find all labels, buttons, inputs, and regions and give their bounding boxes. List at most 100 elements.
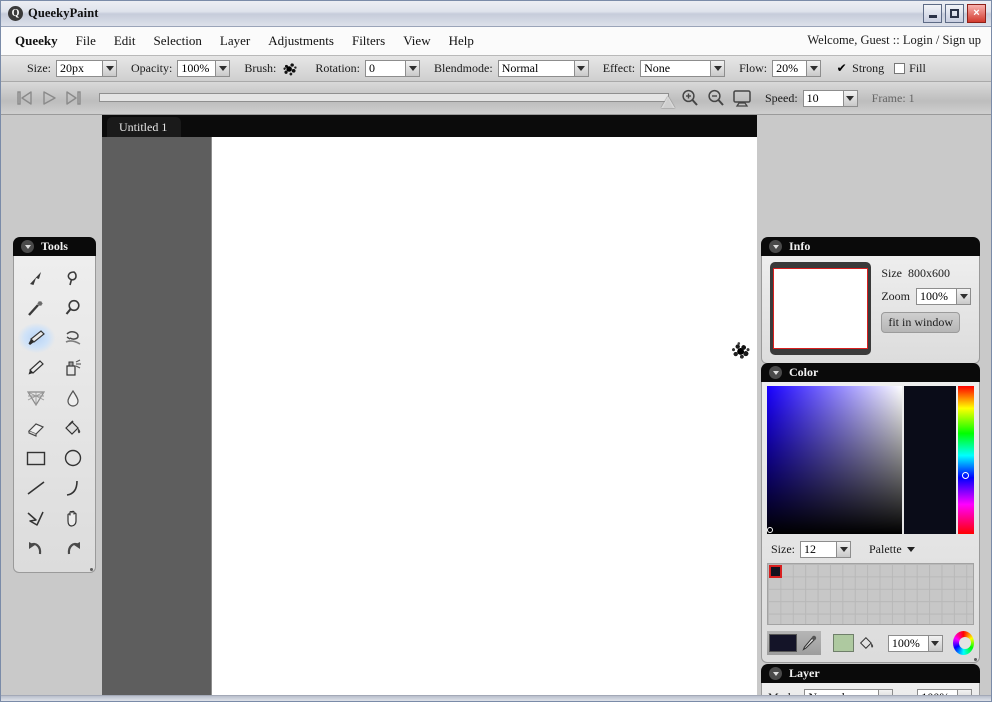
curve-tool[interactable] — [55, 473, 92, 503]
rotation-dropdown-arrow[interactable] — [405, 60, 421, 77]
move-tool[interactable] — [18, 263, 55, 293]
fit-screen-button[interactable] — [729, 85, 755, 111]
signup-link[interactable]: Sign up — [942, 33, 981, 48]
palette-size-input[interactable]: 12 — [800, 541, 836, 558]
speed-combo[interactable]: 10 — [802, 89, 858, 107]
fit-in-window-button[interactable]: fit in window — [881, 312, 960, 333]
color-panel-header[interactable]: Color — [761, 363, 980, 382]
chevron-down-icon[interactable] — [769, 366, 782, 379]
color-opacity-dropdown-arrow[interactable] — [927, 634, 943, 652]
flow-input[interactable]: 20% — [772, 60, 807, 77]
menu-item-help[interactable]: Help — [449, 31, 474, 51]
strong-checkbox[interactable]: ✔ Strong — [835, 61, 885, 76]
eraser-tool[interactable] — [18, 413, 55, 443]
fill-checkbox[interactable]: Fill — [894, 61, 926, 76]
blendmode-combo[interactable]: Normal — [497, 60, 589, 77]
color-opacity-value[interactable]: 100% — [887, 634, 928, 652]
info-panel-header[interactable]: Info — [761, 237, 980, 256]
menu-item-layer[interactable]: Layer — [220, 31, 250, 51]
undo-tool[interactable] — [18, 533, 55, 563]
color-opacity-combo[interactable]: 100% — [887, 634, 943, 652]
opacity-input[interactable]: 100% — [177, 60, 216, 77]
timeline-thumb[interactable] — [661, 96, 675, 108]
size-dropdown-arrow[interactable] — [102, 60, 117, 77]
palette-menu[interactable]: Palette — [869, 542, 915, 557]
background-color-swatch[interactable] — [833, 634, 855, 652]
menu-item-edit[interactable]: Edit — [114, 31, 136, 51]
zoom-tool[interactable] — [55, 293, 92, 323]
brush-splatter-icon[interactable] — [281, 59, 300, 78]
opacity-combo[interactable]: 100% — [177, 60, 231, 77]
paint-bucket-tool[interactable] — [55, 413, 92, 443]
foreground-color-group[interactable] — [767, 631, 821, 655]
speed-input[interactable]: 10 — [802, 89, 843, 107]
blendmode-select[interactable]: Normal — [497, 60, 574, 77]
first-frame-button[interactable] — [13, 86, 37, 110]
menu-item-selection[interactable]: Selection — [154, 31, 202, 51]
tools-panel-resizer[interactable] — [90, 568, 93, 571]
info-zoom-dropdown-arrow[interactable] — [956, 288, 971, 305]
lasso-tool[interactable] — [55, 263, 92, 293]
play-button[interactable] — [37, 86, 61, 110]
chevron-down-icon[interactable] — [769, 667, 782, 680]
paint-bucket-icon[interactable] — [858, 634, 876, 652]
flow-dropdown-arrow[interactable] — [806, 60, 822, 77]
size-combo[interactable]: 20px — [56, 60, 117, 77]
menu-item-filters[interactable]: Filters — [352, 31, 385, 51]
redo-tool[interactable] — [55, 533, 92, 563]
maximize-button[interactable] — [945, 4, 964, 23]
blendmode-dropdown-arrow[interactable] — [573, 60, 589, 77]
hand-tool[interactable] — [55, 503, 92, 533]
menu-item-file[interactable]: File — [76, 31, 96, 51]
palette-size-dropdown-arrow[interactable] — [836, 541, 851, 558]
chevron-down-icon[interactable] — [769, 240, 782, 253]
menu-item-view[interactable]: View — [403, 31, 430, 51]
chevron-down-icon[interactable] — [21, 240, 34, 253]
zoom-in-button[interactable] — [677, 85, 703, 111]
rotation-combo[interactable]: 0 — [365, 60, 421, 77]
minimize-button[interactable] — [923, 4, 942, 23]
menu-item-adjustments[interactable]: Adjustments — [268, 31, 334, 51]
speed-dropdown-arrow[interactable] — [842, 89, 858, 107]
shade-strip[interactable] — [904, 386, 956, 534]
close-button[interactable]: × — [967, 4, 986, 23]
info-zoom-combo[interactable]: 100% — [916, 288, 971, 305]
palette-swatch-grid[interactable] — [767, 563, 974, 625]
layer-panel-header[interactable]: Layer — [761, 664, 980, 683]
magic-wand-tool[interactable] — [18, 293, 55, 323]
document-tab-untitled-1[interactable]: Untitled 1 — [107, 117, 182, 137]
flow-combo[interactable]: 20% — [772, 60, 822, 77]
foreground-color-swatch[interactable] — [769, 634, 797, 652]
last-frame-button[interactable] — [61, 86, 85, 110]
zoom-out-button[interactable] — [703, 85, 729, 111]
login-link[interactable]: Login — [903, 33, 933, 48]
timeline-slider[interactable] — [99, 88, 675, 108]
effect-combo[interactable]: None — [640, 60, 726, 77]
info-zoom-value[interactable]: 100% — [916, 288, 956, 305]
rectangle-tool[interactable] — [18, 443, 55, 473]
eyedropper-icon[interactable] — [799, 634, 819, 652]
rotation-input[interactable]: 0 — [365, 60, 406, 77]
polygon-tool[interactable] — [18, 503, 55, 533]
color-wheel-icon[interactable] — [952, 631, 974, 655]
palette-size-combo[interactable]: 12 — [800, 541, 851, 558]
gradient-tool[interactable] — [18, 383, 55, 413]
pencil-tool[interactable] — [18, 353, 55, 383]
smudge-tool[interactable] — [55, 323, 92, 353]
timeline-track[interactable] — [99, 93, 669, 102]
effect-select[interactable]: None — [640, 60, 711, 77]
size-input[interactable]: 20px — [56, 60, 102, 77]
menu-item-queeky[interactable]: Queeky — [15, 31, 58, 51]
tools-panel-header[interactable]: Tools — [13, 237, 96, 256]
saturation-value-field[interactable] — [767, 386, 902, 534]
effect-dropdown-arrow[interactable] — [710, 60, 726, 77]
selected-swatch[interactable] — [769, 565, 782, 578]
ellipse-tool[interactable] — [55, 443, 92, 473]
color-panel-resizer[interactable] — [974, 658, 977, 661]
brush-tool[interactable] — [18, 323, 55, 353]
spray-tool[interactable] — [55, 353, 92, 383]
blur-tool[interactable] — [55, 383, 92, 413]
opacity-dropdown-arrow[interactable] — [215, 60, 231, 77]
line-tool[interactable] — [18, 473, 55, 503]
canvas-surface[interactable] — [212, 137, 757, 701]
